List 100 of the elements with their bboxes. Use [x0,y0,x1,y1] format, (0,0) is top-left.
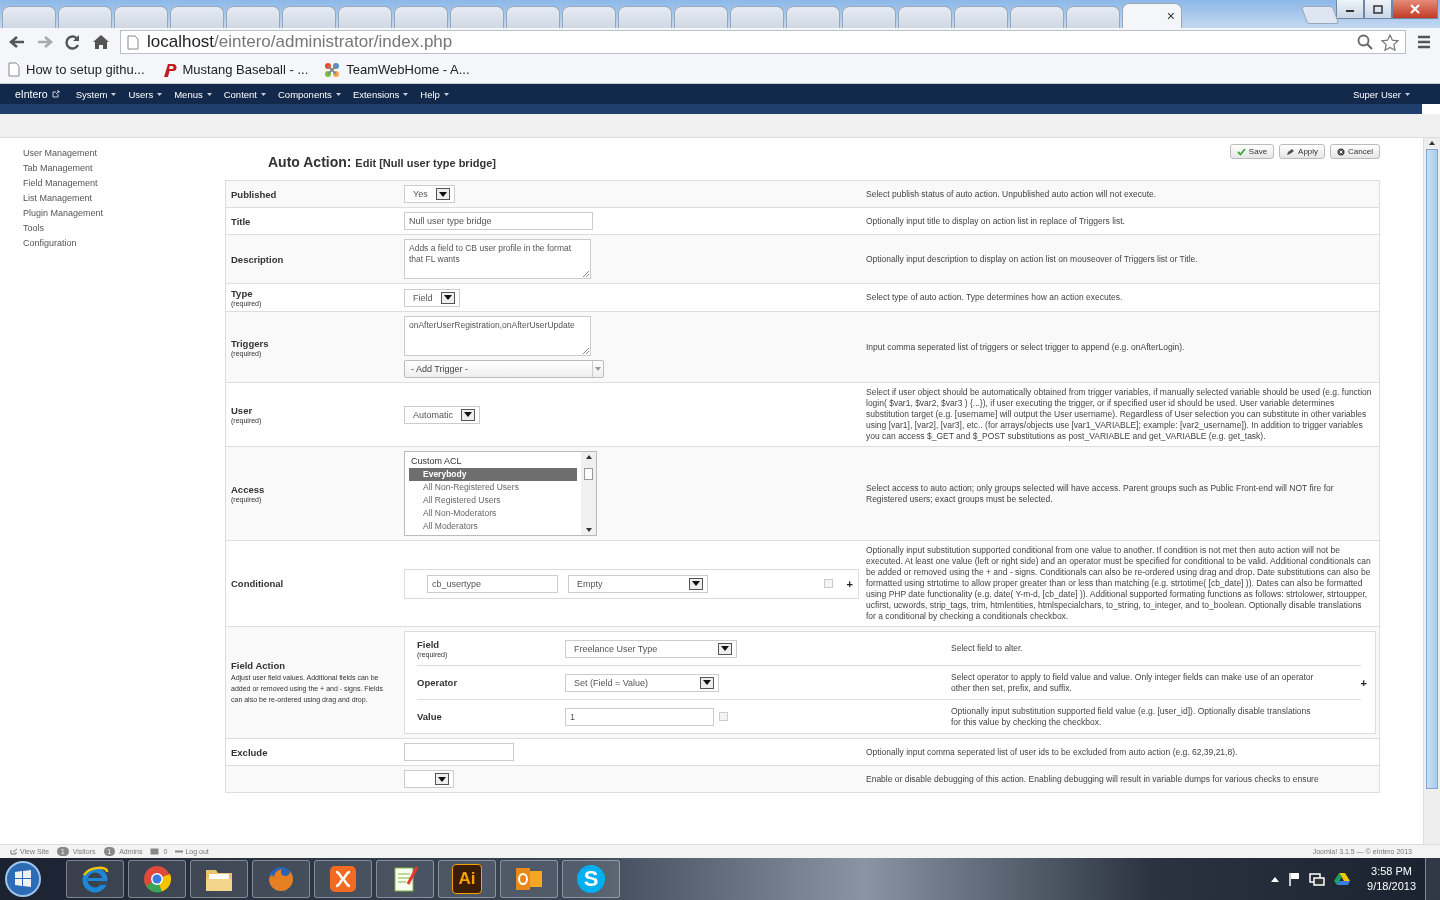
browser-tab[interactable] [450,6,504,28]
page-scrollbar[interactable] [1423,138,1440,844]
external-link-icon [51,90,60,98]
select-field[interactable] [404,770,454,788]
user-menu[interactable]: Super User [1352,88,1410,100]
drive-icon[interactable] [1334,872,1351,886]
sidebar-link[interactable]: Plugin Management [23,206,225,221]
list-option[interactable]: All Non-Registered Users [409,481,577,494]
select-field[interactable]: Freelance User Type [565,639,737,658]
home-icon[interactable] [92,34,110,50]
taskbar-app-button[interactable] [128,860,186,898]
sidebar-link[interactable]: Field Management [23,176,225,191]
checkbox[interactable] [823,579,833,588]
browser-tab[interactable] [58,6,112,28]
select-field[interactable]: Automatic [404,405,481,424]
add-trigger-select[interactable]: - Add Trigger - [404,360,604,378]
minimize-button[interactable] [1336,0,1364,19]
browser-tab[interactable] [898,6,952,28]
sidebar-link[interactable]: List Management [23,191,225,206]
bookmark[interactable]: How to setup githu... [8,62,145,77]
zoom-icon[interactable] [1357,34,1373,50]
clock[interactable]: 3:58 PM 9/18/2013 [1367,864,1416,894]
browser-tab[interactable] [842,6,896,28]
browser-tab[interactable] [114,6,168,28]
select-field[interactable]: Empty [568,574,708,593]
reload-icon[interactable] [64,34,82,50]
taskbar-app-button[interactable]: Ai [438,860,496,898]
browser-tab[interactable] [954,6,1008,28]
taskbar-app-button[interactable] [66,860,124,898]
input-field[interactable]: cb_usertype [427,574,558,593]
maximize-icon [1373,4,1383,14]
menu-item[interactable]: Content [223,88,266,100]
input-field[interactable]: Null user type bridge [404,212,593,230]
site-brand-link[interactable]: eIntero [15,88,60,100]
browser-tab[interactable] [562,6,616,28]
forward-icon[interactable] [36,34,54,50]
browser-tab[interactable] [730,6,784,28]
maximize-button[interactable] [1364,0,1392,19]
cancel-icon [1337,147,1346,156]
select-field[interactable]: Yes [404,185,455,203]
menu-icon[interactable] [1416,34,1432,50]
browser-tab[interactable] [1066,6,1120,28]
browser-tab[interactable] [282,6,336,28]
scrollbar[interactable] [581,452,596,535]
browser-tab[interactable] [170,6,224,28]
sidebar-link[interactable]: User Management [23,146,225,161]
bookmark[interactable]: Mustang Baseball - ... [160,61,309,78]
input-field[interactable] [404,743,514,761]
browser-tab[interactable] [1010,6,1064,28]
browser-tab[interactable] [618,6,672,28]
menu-item[interactable]: Extensions [352,88,409,100]
checkbox[interactable] [719,712,728,721]
taskbar-app-button[interactable] [314,860,372,898]
close-window-button[interactable] [1392,0,1438,19]
select-field[interactable]: Field [404,288,460,307]
menu-item[interactable]: Users [128,88,163,100]
menu-item[interactable]: Help [420,88,449,100]
start-button[interactable] [4,860,42,898]
menu-item[interactable]: Components [278,88,341,100]
bookmark[interactable]: TeamWebHome - A... [324,61,470,78]
apply-button[interactable]: Apply [1279,144,1326,159]
sidebar-link[interactable]: Tools [23,221,225,236]
external-link-icon [10,848,18,855]
taskbar-app-button[interactable] [500,860,558,898]
cancel-button[interactable]: Cancel [1330,144,1380,159]
sidebar-link[interactable]: Tab Management [23,161,225,176]
select-field[interactable]: Set (Field = Value) [565,673,719,692]
network-icon[interactable] [1309,872,1326,886]
textarea-field[interactable]: onAfterUserRegistration,onAfterUserUpdate [404,316,591,356]
taskbar-app-button[interactable] [376,860,434,898]
add-sign[interactable]: + [1360,676,1367,689]
flag-icon[interactable] [1288,872,1301,886]
browser-tab[interactable] [226,6,280,28]
input-field[interactable]: 1 [565,707,714,726]
browser-tab[interactable] [338,6,392,28]
show-desktop-button[interactable] [1425,858,1440,900]
menu-item[interactable]: System [75,88,117,100]
list-option[interactable]: All Moderators [409,520,577,533]
star-icon[interactable] [1381,33,1399,51]
resize-grip-icon [582,347,589,354]
browser-tab[interactable] [786,6,840,28]
browser-tab[interactable]: × [1122,3,1182,28]
address-bar[interactable]: localhost/eintero/administrator/index.php [120,30,1406,54]
list-option[interactable]: All Registered Users [409,494,577,507]
close-tab-button[interactable]: × [1166,9,1175,23]
sidebar-link[interactable]: Configuration [23,236,225,251]
browser-tab[interactable] [394,6,448,28]
access-listbox[interactable]: Custom ACL Everybody All Non-Registered Users All Registered Users All Non-Moderators All Moderators [404,451,597,536]
taskbar-app-button[interactable] [190,860,248,898]
menu-item[interactable]: Menus [174,88,212,100]
textarea-field[interactable]: Adds a field to CB user profile in the format that FL wants [404,239,591,279]
show-hidden-icons-icon[interactable] [1271,876,1280,882]
list-option[interactable]: Everybody [409,468,577,481]
browser-tab[interactable] [506,6,560,28]
browser-tab[interactable] [2,6,56,28]
browser-tab[interactable] [674,6,728,28]
add-sign[interactable]: + [846,577,853,590]
back-icon[interactable] [8,34,26,50]
save-button[interactable]: Save [1229,144,1275,159]
list-option[interactable]: All Non-Moderators [409,507,577,520]
